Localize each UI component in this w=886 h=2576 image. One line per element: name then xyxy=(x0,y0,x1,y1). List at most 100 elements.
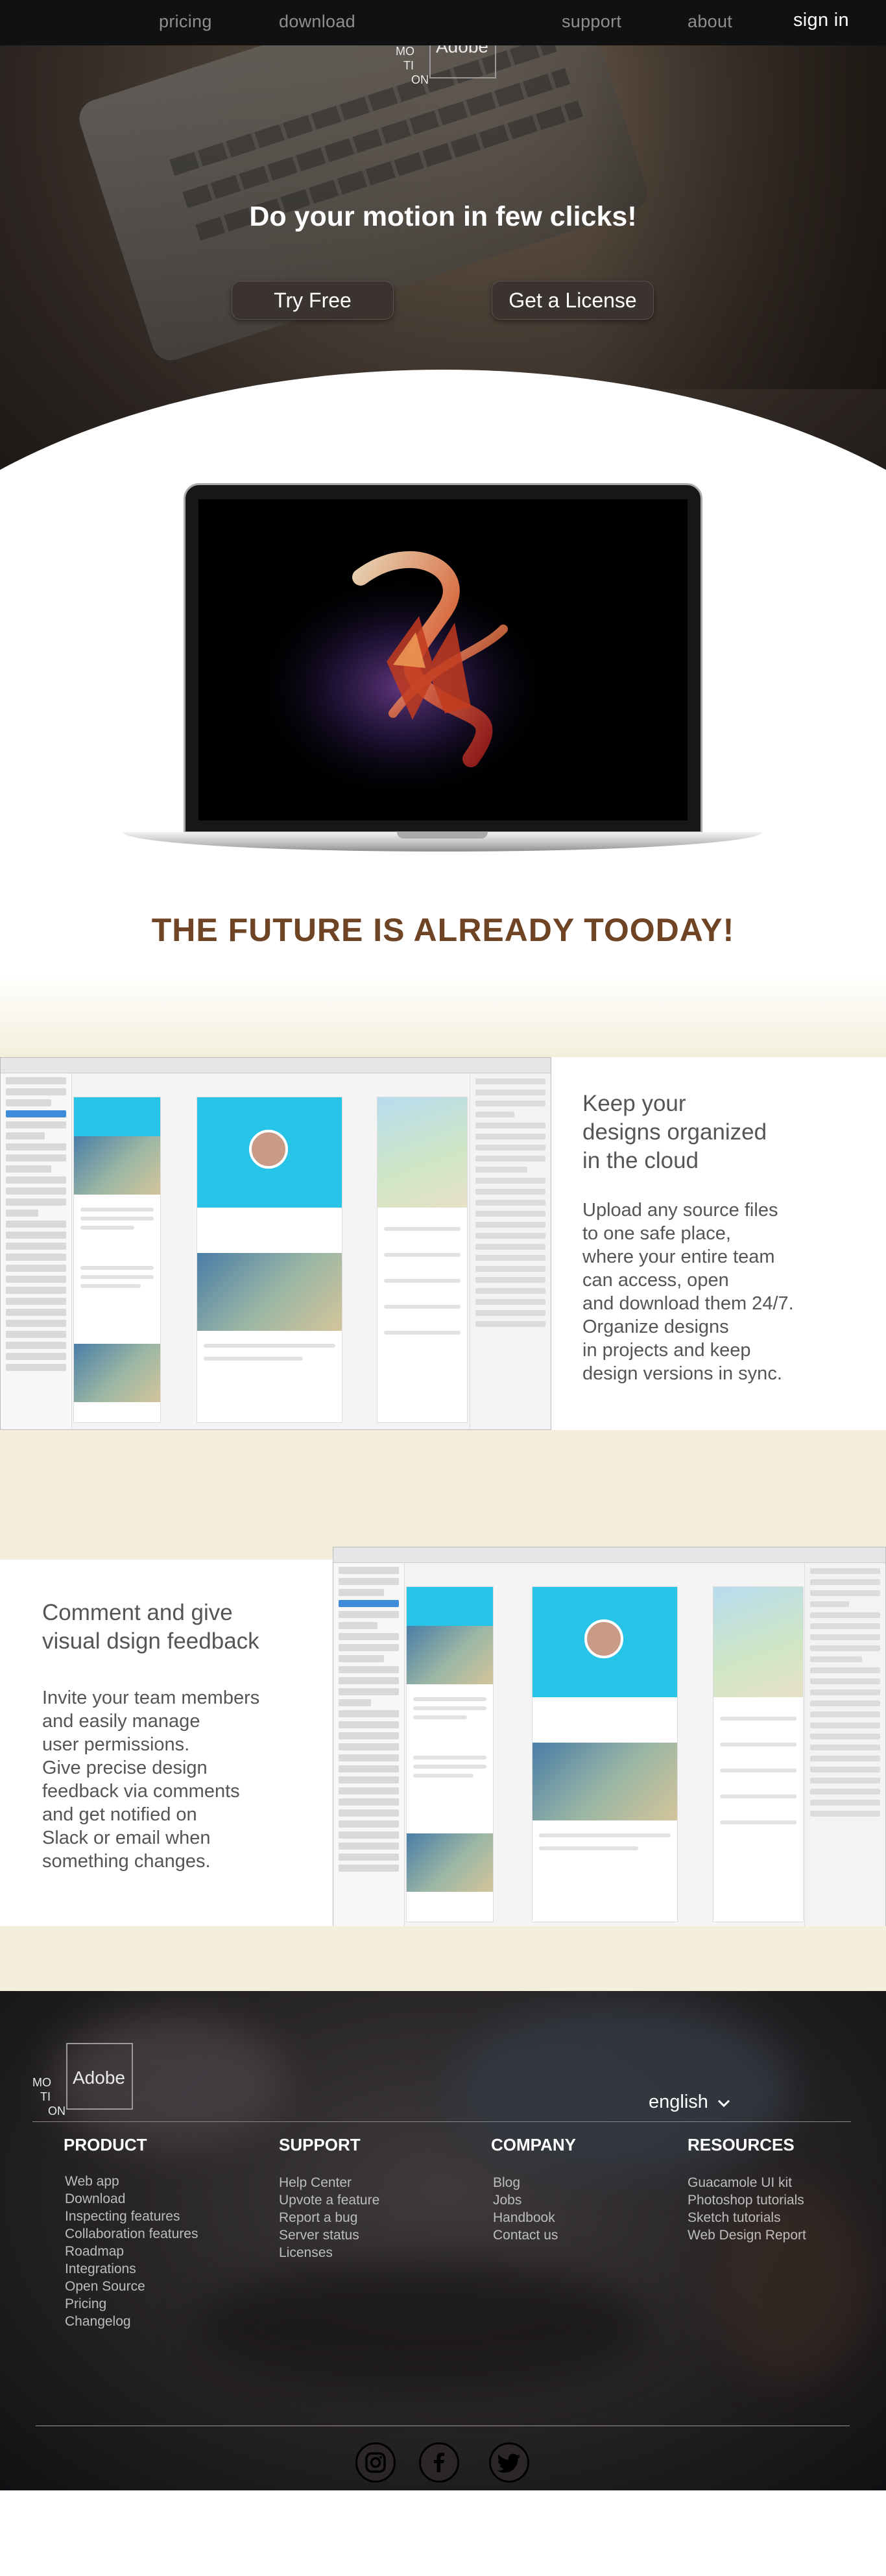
macbook-screen xyxy=(184,483,702,833)
footer-link[interactable]: Help Center xyxy=(279,2174,379,2191)
footer-link[interactable]: Web Design Report xyxy=(688,2226,806,2244)
footer-product-links: Web app Download Inspecting features Col… xyxy=(65,2173,198,2330)
feature-feedback-title: Comment and give visual dsign feedback xyxy=(42,1600,259,1654)
footer-link[interactable]: Photoshop tutorials xyxy=(688,2191,806,2209)
footer-heading-support: SUPPORT xyxy=(279,2135,361,2154)
profile-avatar xyxy=(249,1130,288,1169)
get-license-button[interactable]: Get a License xyxy=(492,281,654,320)
footer-company-links: Blog Jobs Handbook Contact us xyxy=(493,2174,558,2244)
app-screenshot xyxy=(0,1057,551,1430)
artboard-header xyxy=(407,1587,493,1626)
footer-divider xyxy=(32,2121,851,2122)
logo-brand: Adobe xyxy=(73,2068,125,2088)
language-label: english xyxy=(649,2092,708,2112)
app-artboard-profile xyxy=(532,1586,678,1922)
cream-divider xyxy=(0,1926,886,1991)
motion-artwork-image xyxy=(198,499,688,820)
nav-pricing[interactable]: pricing xyxy=(159,12,212,32)
footer-link[interactable]: Jobs xyxy=(493,2191,558,2209)
logo-mot-text: MO TI ON xyxy=(32,2075,66,2118)
app-toolbar xyxy=(1,1058,551,1073)
artboard-image xyxy=(74,1136,160,1195)
artboard-image xyxy=(74,1344,160,1402)
logo-mot-text: MO TI ON xyxy=(396,44,429,87)
footer-link[interactable]: Contact us xyxy=(493,2226,558,2244)
nav-about[interactable]: about xyxy=(688,12,732,32)
nav-support[interactable]: support xyxy=(562,12,621,32)
nav-download[interactable]: download xyxy=(279,12,355,32)
app-artboard-map xyxy=(713,1586,804,1922)
page-bottom xyxy=(0,2490,886,2576)
footer-link[interactable]: Blog xyxy=(493,2174,558,2191)
logo-mot-line: TI xyxy=(40,2090,51,2103)
artboard-map xyxy=(713,1587,803,1697)
footer-link[interactable]: Handbook xyxy=(493,2209,558,2226)
app-artboard-profile xyxy=(197,1097,342,1423)
footer-link[interactable]: Licenses xyxy=(279,2244,379,2261)
try-free-button[interactable]: Try Free xyxy=(232,281,394,320)
footer-logo[interactable]: Adobe MO TI ON xyxy=(32,2043,133,2117)
artboard-image xyxy=(407,1626,493,1684)
footer-link[interactable]: Inspecting features xyxy=(65,2208,198,2225)
facebook-icon[interactable] xyxy=(419,2442,459,2483)
site-footer: Adobe MO TI ON english PRODUCT Web app D… xyxy=(0,1991,886,2490)
footer-link[interactable]: Roadmap xyxy=(65,2243,198,2260)
footer-bg-blur xyxy=(195,2263,649,2393)
profile-avatar xyxy=(584,1619,623,1658)
footer-link[interactable]: Upvote a feature xyxy=(279,2191,379,2209)
artboard-image xyxy=(407,1833,493,1892)
app-artboard-map xyxy=(377,1097,468,1423)
macbook-notch xyxy=(397,832,488,839)
footer-link[interactable]: Pricing xyxy=(65,2295,198,2313)
footer-resources-links: Guacamole UI kit Photoshop tutorials Ske… xyxy=(688,2174,806,2244)
chevron-down-icon xyxy=(717,2099,730,2108)
hero-title: Do your motion in few clicks! xyxy=(249,201,637,232)
footer-link[interactable]: Sketch tutorials xyxy=(688,2209,806,2226)
app-screenshot xyxy=(333,1547,886,1929)
logo-mot-line: TI xyxy=(403,59,414,72)
artboard-image xyxy=(533,1743,677,1820)
footer-link[interactable]: Open Source xyxy=(65,2278,198,2295)
footer-link[interactable]: Collaboration features xyxy=(65,2225,198,2243)
logo-mot-line: ON xyxy=(411,73,429,86)
nav-sign-in[interactable]: sign in xyxy=(793,10,849,31)
artboard-map xyxy=(377,1097,467,1208)
feature-cloud-title: Keep your designs organized in the cloud xyxy=(582,1091,767,1173)
hero-background-shade xyxy=(584,0,886,389)
footer-link[interactable]: Download xyxy=(65,2190,198,2208)
logo-mot-line: MO xyxy=(396,45,414,58)
language-selector[interactable]: english xyxy=(649,2092,730,2113)
footer-link[interactable]: Guacamole UI kit xyxy=(688,2174,806,2191)
footer-heading-product: PRODUCT xyxy=(64,2135,147,2154)
feature-cloud-text: Upload any source files to one safe plac… xyxy=(582,1200,794,1384)
app-toolbar xyxy=(333,1547,885,1563)
app-inspector-panel xyxy=(470,1073,551,1429)
cream-divider xyxy=(0,973,886,1057)
top-nav: pricing download support about sign in xyxy=(0,0,886,45)
footer-link[interactable]: Web app xyxy=(65,2173,198,2190)
logo-mot-line: ON xyxy=(48,2105,66,2117)
footer-link[interactable]: Integrations xyxy=(65,2260,198,2278)
app-artboard-feed xyxy=(406,1586,494,1922)
feature-cloud-section: Keep your designs organized in the cloud… xyxy=(0,1057,886,1430)
instagram-icon[interactable] xyxy=(355,2442,396,2483)
app-inspector-panel xyxy=(804,1563,885,1929)
macbook-display xyxy=(198,499,688,820)
footer-support-links: Help Center Upvote a feature Report a bu… xyxy=(279,2174,379,2261)
logo-box: Adobe xyxy=(66,2043,133,2110)
twitter-icon[interactable] xyxy=(489,2442,529,2483)
footer-heading-resources: RESOURCES xyxy=(688,2135,795,2154)
footer-link[interactable]: Report a bug xyxy=(279,2209,379,2226)
artboard-header xyxy=(74,1097,160,1136)
app-artboard-feed xyxy=(73,1097,161,1423)
footer-link[interactable]: Changelog xyxy=(65,2313,198,2330)
footer-link[interactable]: Server status xyxy=(279,2226,379,2244)
artboard-image xyxy=(197,1253,342,1331)
app-layers-sidebar xyxy=(333,1563,405,1929)
footer-heading-company: COMPANY xyxy=(491,2135,576,2154)
future-tagline: THE FUTURE IS ALREADY TOODAY! xyxy=(151,912,735,948)
feature-feedback-text: Invite your team members and easily mana… xyxy=(42,1688,260,1872)
cream-divider xyxy=(0,1430,886,1560)
app-layers-sidebar xyxy=(1,1073,72,1429)
logo-mot-line: MO xyxy=(32,2076,51,2089)
